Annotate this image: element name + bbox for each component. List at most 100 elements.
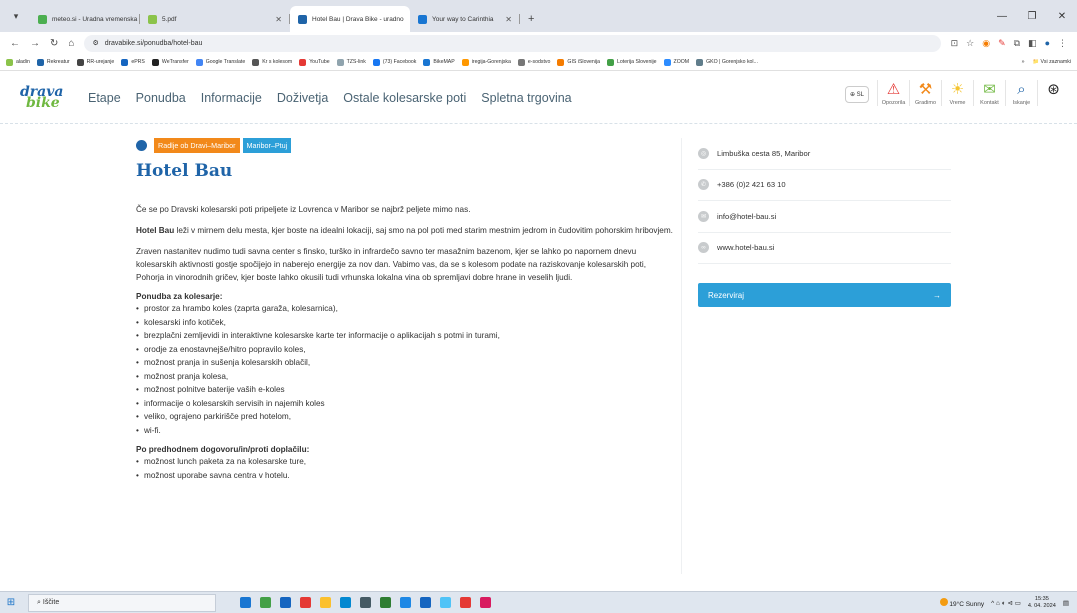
bookmark-item[interactable]: Google Translate <box>195 58 245 66</box>
url-field[interactable]: ⚙ dravabike.si/ponudba/hotel-bau <box>84 34 941 52</box>
window-controls: — ❐ ✕ <box>987 0 1077 32</box>
minimize-icon[interactable]: — <box>987 11 1017 22</box>
language-selector[interactable]: ⊕ SL <box>844 86 869 103</box>
bookmark-favicon-icon <box>6 58 13 66</box>
browser-tab[interactable]: meteo.si - Uradna vremenska✕ <box>30 6 140 32</box>
taskbar-app-icon[interactable] <box>340 597 351 608</box>
site-info-icon[interactable]: ⚙ <box>92 39 98 47</box>
nav-item[interactable]: Informacije <box>201 91 262 105</box>
close-icon[interactable]: ✕ <box>1047 11 1077 22</box>
nav-item[interactable]: Spletna trgovina <box>481 91 571 105</box>
nav-item[interactable]: Doživetja <box>277 91 328 105</box>
route-badge[interactable]: Radlje ob Dravi–Maribor <box>154 138 240 153</box>
taskbar-app-icon[interactable] <box>360 597 371 608</box>
bookmark-item[interactable]: RR-urejanje <box>76 58 114 66</box>
browser-tab[interactable]: Hotel Bau | Drava Bike - uradno✕ <box>290 6 410 32</box>
bookmark-item[interactable]: Loterija Slovenije <box>607 58 657 66</box>
profile-icon[interactable]: ● <box>1045 38 1050 48</box>
bookmark-item[interactable]: GIS iSlovenija <box>557 58 600 66</box>
bookmark-item[interactable]: YouTube <box>299 58 330 66</box>
taskbar-app-icon[interactable] <box>300 597 311 608</box>
construction-icon: ⚒ <box>918 81 933 98</box>
tray-icons[interactable]: ^ ⌂ ◐ ⊲ ▭ <box>991 599 1021 607</box>
header-tool-4[interactable]: ⌕ Iskanje <box>1005 80 1037 106</box>
tool-label: Kontakt <box>980 100 999 106</box>
website-row[interactable]: ∞ www.hotel-bau.si <box>698 233 951 264</box>
bookmarks-more-button[interactable]: » <box>1022 59 1025 65</box>
bookmark-item[interactable]: WeTransfer <box>151 58 189 66</box>
taskbar-app-icon[interactable] <box>480 597 491 608</box>
header-tool-1[interactable]: ⚒ Gradimo <box>909 80 941 106</box>
header-tool-5[interactable]: ⊛ <box>1037 80 1069 106</box>
weather-widget[interactable]: 19°C Sunny <box>939 597 984 608</box>
bookmark-item[interactable]: ZOOM <box>663 58 689 66</box>
clock[interactable]: 15:35 4. 04. 2024 <box>1028 596 1056 610</box>
restore-icon[interactable]: ❐ <box>1017 11 1047 22</box>
taskbar-app-icon[interactable] <box>240 597 251 608</box>
bookmark-star-icon[interactable]: ☆ <box>966 38 974 49</box>
location-icon: ◎ <box>698 147 709 159</box>
taskbar-app-icon[interactable] <box>260 597 271 608</box>
address-bar: ← → ↻ ⌂ ⚙ dravabike.si/ponudba/hotel-bau… <box>0 32 1077 54</box>
bookmark-item[interactable]: TZS-link <box>336 58 366 66</box>
extensions-icon[interactable]: ⧉ <box>1014 38 1020 49</box>
extension-icon[interactable]: ✎ <box>998 38 1006 49</box>
tab-close-icon[interactable]: ✕ <box>499 15 512 24</box>
bookmark-item[interactable]: aladin <box>6 58 30 66</box>
header-tool-3[interactable]: ✉ Kontakt <box>973 80 1005 106</box>
back-icon[interactable]: ← <box>10 38 20 49</box>
header-tool-2[interactable]: ☀ Vreme <box>941 80 973 106</box>
taskbar-app-icon[interactable] <box>280 597 291 608</box>
email-row[interactable]: ✉ info@hotel-bau.si <box>698 201 951 233</box>
list-item: možnost lunch paketa za na kolesarske tu… <box>136 455 676 469</box>
forward-icon[interactable]: → <box>30 38 40 49</box>
bookmark-favicon-icon <box>151 58 159 66</box>
bookmark-item[interactable]: iregija-Gorenjska <box>461 58 511 66</box>
browser-tab[interactable]: Your way to Carinthia ✕ <box>410 6 520 32</box>
cast-icon[interactable]: ⊡ <box>951 38 959 49</box>
bookmark-item[interactable]: Kr s kolesom <box>252 58 292 66</box>
phone-row[interactable]: ✆ +386 (0)2 421 63 10 <box>698 170 951 201</box>
browser-tab[interactable]: 5.pdf ✕ <box>140 6 290 32</box>
start-button[interactable]: ⊞ <box>0 597 22 608</box>
tab-title: meteo.si - Uradna vremenska <box>52 15 138 23</box>
bookmark-item[interactable]: Rekreatur <box>36 58 70 66</box>
reload-icon[interactable]: ↻ <box>50 38 58 49</box>
header-tool-0[interactable]: ⚠ Opozorila <box>877 80 909 106</box>
bookmark-item[interactable]: ePRS <box>121 58 145 66</box>
all-bookmarks-folder[interactable]: 📁 Vsi zaznamki <box>1033 59 1071 65</box>
reserve-button[interactable]: Rezerviraj → <box>698 283 951 307</box>
bookmark-item[interactable]: e-sodstvo <box>517 58 550 66</box>
bookmarks-bar: aladin Rekreatur RR-urejanje ePRS WeTransfer… <box>0 54 1077 71</box>
bookmark-favicon-icon <box>36 58 44 66</box>
notification-icon[interactable]: ▤ <box>1063 599 1069 607</box>
sidepanel-icon[interactable]: ◧ <box>1028 38 1037 49</box>
bookmark-item[interactable]: GKO | Gorenjsko kol... <box>696 58 758 66</box>
address-row: ◎ Limbuška cesta 85, Maribor <box>698 138 951 170</box>
nav-item[interactable]: Ostale kolesarske poti <box>343 91 466 105</box>
stage-badge[interactable]: Maribor–Ptuj <box>242 138 292 153</box>
bookmark-item[interactable]: BikeMAP <box>423 58 455 66</box>
browser-menu-icon[interactable]: ⋮ <box>1058 38 1067 49</box>
taskbar-app-icon[interactable] <box>400 597 411 608</box>
taskbar-app-icon[interactable] <box>420 597 431 608</box>
extra-list: možnost lunch paketa za na kolesarske tu… <box>136 455 676 482</box>
new-tab-button[interactable]: + <box>520 6 542 32</box>
nav-item[interactable]: Etape <box>88 91 121 105</box>
header-tools: ⊕ SL ⚠ Opozorila ⚒ Gradimo ☀ Vreme ✉ Kontakt ⌕ Is… <box>844 80 1069 106</box>
taskbar-app-icon[interactable] <box>320 597 331 608</box>
tab-search-icon[interactable]: ▾ <box>6 6 26 26</box>
column-divider <box>681 138 682 574</box>
taskbar-app-icon[interactable] <box>380 597 391 608</box>
email-icon: ✉ <box>698 210 709 222</box>
taskbar-app-icon[interactable] <box>460 597 471 608</box>
drava-bike-logo[interactable]: drava bike <box>20 85 70 110</box>
taskbar-app-icon[interactable] <box>440 597 451 608</box>
nav-item[interactable]: Ponudba <box>136 91 186 105</box>
accessibility-icon: ⊛ <box>1047 81 1060 98</box>
tab-close-icon[interactable]: ✕ <box>269 15 282 24</box>
extension-icon[interactable]: ◉ <box>982 38 990 49</box>
taskbar-search[interactable]: ⌕ Iščite <box>28 593 216 612</box>
bookmark-item[interactable]: (73) Facebook <box>372 58 416 66</box>
home-icon[interactable]: ⌂ <box>68 38 74 49</box>
